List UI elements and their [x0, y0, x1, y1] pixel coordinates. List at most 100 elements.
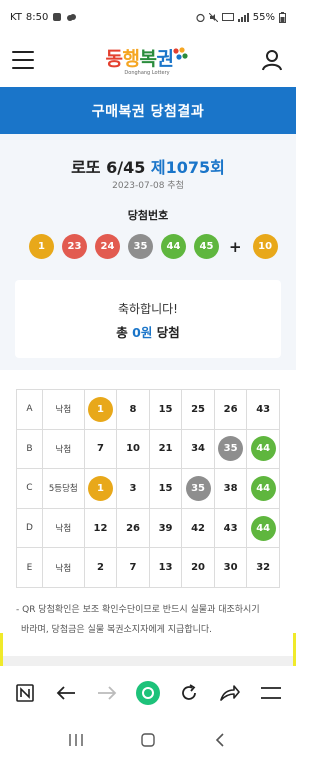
winning-numbers: 1 23 24 35 44 45 +10 — [29, 234, 286, 259]
game-number: 1 — [83, 468, 118, 509]
winning-number-ball: 44 — [161, 234, 186, 259]
game-number: 7 — [116, 547, 150, 588]
matched-number-ball: 44 — [250, 515, 276, 541]
game-number: 35 — [181, 468, 215, 509]
game-number: 21 — [148, 428, 183, 470]
section-divider — [0, 656, 296, 666]
logo-subtitle: Donghang Lottery — [124, 70, 170, 76]
game-number: 15 — [148, 389, 183, 430]
logo-char: 행 — [122, 49, 140, 70]
game-name: 로또 6/45 — [71, 158, 146, 177]
status-bar: KT 8:50 55% — [0, 0, 296, 34]
game-number: 44 — [246, 507, 280, 549]
notification-icon — [53, 13, 62, 21]
status-left: KT 8:50 — [10, 12, 77, 23]
battery-icon — [279, 11, 286, 23]
game-number: 26 — [116, 507, 150, 549]
draw-round: 제1075회 — [150, 158, 225, 177]
matched-number-ball: 1 — [88, 475, 113, 501]
game-number: 15 — [148, 468, 183, 509]
congrats-message: 축하합니다! — [117, 302, 178, 316]
game-id: B — [16, 428, 43, 470]
status-right: 55% — [196, 11, 286, 23]
result-card: 축하합니다! 총 0원 당첨 — [15, 280, 281, 358]
logo-mark-icon — [173, 47, 189, 60]
site-logo[interactable]: 동행복권 Donghang Lottery — [106, 44, 189, 76]
browser-toolbar — [0, 666, 296, 720]
bonus-number-ball: 10 — [252, 234, 278, 259]
logo-char: 권 — [156, 49, 174, 70]
game-number: 13 — [148, 547, 183, 588]
game-number: 32 — [246, 547, 280, 588]
purchased-games-table: A 낙첨 1 8 15 25 26 43 B 낙첨 7 10 21 34 35 44 C 5등당첨 1 3 15 35 38… — [16, 389, 280, 588]
user-profile-icon[interactable] — [260, 48, 284, 72]
game-number: 10 — [116, 428, 150, 470]
n-badge-icon[interactable] — [11, 679, 39, 707]
prize-suffix: 당첨 — [156, 325, 180, 340]
logo-text: 동행복권 — [106, 44, 174, 71]
matched-number-ball: 1 — [88, 396, 113, 422]
prize-amount: 0원 — [132, 325, 153, 340]
draw-title: 로또 6/45 제1075회 — [0, 154, 296, 178]
matched-number-ball: 35 — [218, 436, 244, 462]
draw-date: 2023-07-08 추첨 — [112, 181, 184, 191]
logo-char: 복 — [139, 49, 157, 70]
game-number: 8 — [116, 389, 150, 430]
winning-numbers-label: 당첨번호 — [127, 209, 169, 222]
signal-icon — [237, 12, 249, 22]
winning-number-ball: 24 — [95, 234, 120, 259]
page-banner: 구매복권 당첨결과 — [0, 87, 296, 134]
matched-number-ball: 44 — [250, 436, 276, 462]
game-result: 낙첨 — [41, 428, 85, 470]
game-number: 1 — [83, 389, 118, 430]
game-row: B 낙첨 7 10 21 34 35 44 — [16, 428, 280, 470]
game-id: D — [16, 507, 43, 549]
game-number: 43 — [213, 507, 248, 549]
game-row: E 낙첨 2 7 13 20 30 32 — [16, 547, 280, 588]
page-title: 구매복권 당첨결과 — [91, 103, 205, 120]
notice-line-2: 바라며, 당첨금은 실물 복권소지자에게 지급합니다. — [21, 625, 213, 635]
home-icon[interactable] — [134, 726, 162, 754]
draw-result-section: 로또 6/45 제1075회 2023-07-08 추첨 당첨번호 1 23 24 3… — [0, 134, 296, 370]
refresh-icon[interactable] — [175, 679, 203, 707]
game-number: 3 — [116, 468, 150, 509]
home-circle-icon[interactable] — [134, 679, 162, 707]
game-number: 38 — [213, 468, 248, 509]
game-number: 39 — [148, 507, 183, 549]
game-number: 20 — [181, 547, 215, 588]
logo-char: 동 — [105, 49, 123, 70]
back-arrow-icon[interactable] — [52, 679, 80, 707]
game-number: 25 — [181, 389, 215, 430]
game-row: D 낙첨 12 26 39 42 43 44 — [16, 507, 280, 549]
matched-number-ball: 35 — [185, 475, 211, 501]
forward-arrow-icon[interactable] — [93, 679, 121, 707]
clock: 8:50 — [25, 11, 49, 23]
game-number: 2 — [83, 547, 118, 588]
back-icon[interactable] — [206, 726, 234, 754]
game-number: 44 — [246, 428, 280, 470]
mute-icon — [208, 12, 218, 22]
battery-percent: 55% — [252, 11, 275, 23]
game-id: C — [16, 468, 43, 509]
game-id: E — [16, 547, 43, 588]
game-number: 34 — [181, 428, 215, 470]
hamburger-menu-icon[interactable] — [12, 51, 34, 69]
alarm-icon — [196, 13, 205, 22]
game-number: 7 — [83, 428, 118, 470]
game-number: 44 — [246, 468, 280, 509]
game-result: 5등당첨 — [41, 468, 85, 509]
game-number: 42 — [181, 507, 215, 549]
game-row: A 낙첨 1 8 15 25 26 43 — [16, 389, 280, 430]
menu-icon[interactable] — [257, 679, 285, 707]
share-icon[interactable] — [216, 679, 244, 707]
game-result: 낙첨 — [41, 547, 85, 588]
system-nav-bar — [0, 720, 296, 760]
prize-summary: 총 0원 당첨 — [15, 322, 281, 341]
notice-line-1: - QR 당첨확인은 보조 확인수단이므로 반드시 실물과 대조하시기 — [16, 605, 260, 615]
winning-number-ball: 45 — [194, 234, 219, 259]
winning-number-ball: 23 — [62, 234, 87, 259]
game-number: 12 — [83, 507, 118, 549]
winning-number-ball: 35 — [128, 234, 153, 259]
game-number: 30 — [213, 547, 248, 588]
recents-icon[interactable] — [62, 726, 90, 754]
